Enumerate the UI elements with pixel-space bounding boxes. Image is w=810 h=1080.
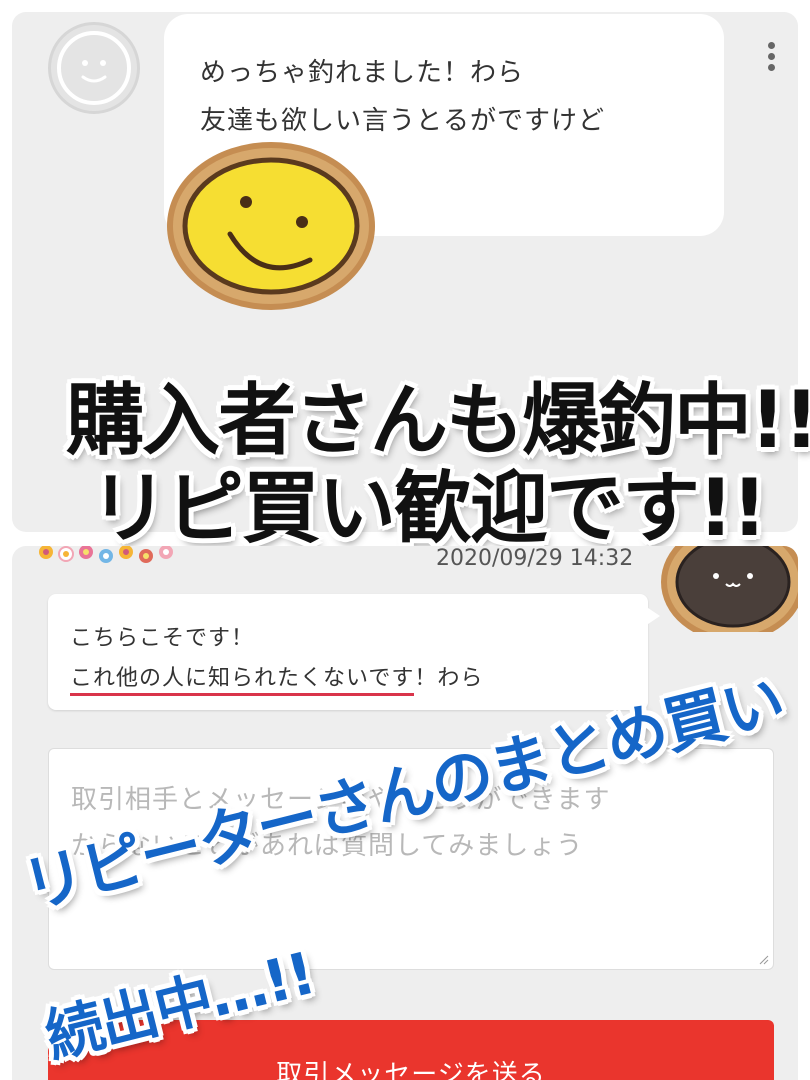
smiley-face-sticker — [167, 142, 375, 310]
kebab-menu-icon[interactable] — [768, 42, 776, 78]
message-line-2: 友達も欲しい言うとるがですけど — [200, 106, 606, 136]
promo-headline-2: リピ買い歓迎です!! — [90, 464, 767, 554]
flower-decoration — [39, 546, 173, 563]
message-line-1: めっちゃ釣れました！わら — [200, 58, 525, 88]
cat-avatar-icon[interactable] — [658, 546, 798, 632]
reply-line-2: これ他の人に知られたくないです！わら — [70, 660, 484, 696]
reply-line-1: こちらこそです！ — [70, 626, 255, 651]
message-timestamp: 2020/09/29 14:32 — [436, 546, 634, 571]
underlined-text: これ他の人に知られたくないです — [70, 666, 415, 696]
default-avatar-icon[interactable] — [48, 22, 140, 114]
reply-line-2-rest: ！わら — [414, 666, 484, 691]
sent-message-bubble: こちらこそです！ これ他の人に知られたくないです！わら — [48, 594, 660, 710]
resize-handle-icon[interactable] — [759, 955, 769, 965]
